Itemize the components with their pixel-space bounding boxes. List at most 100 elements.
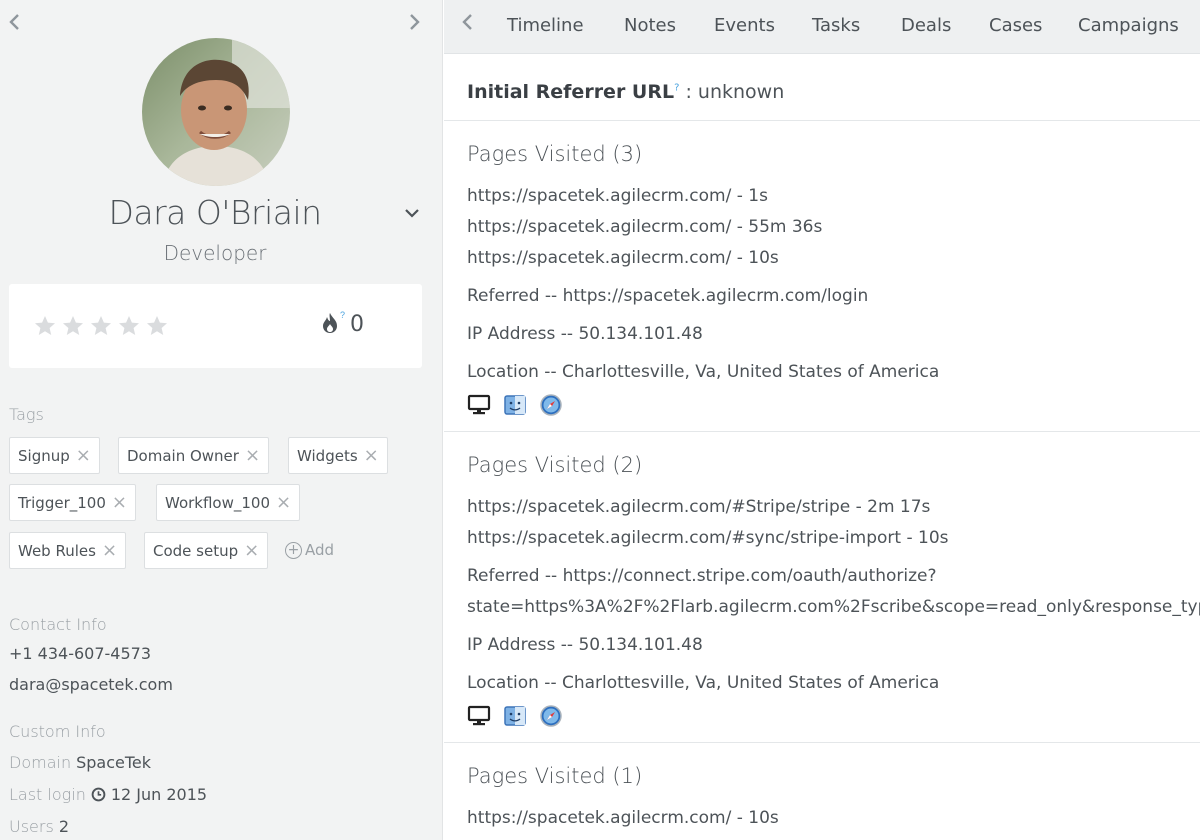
last-login-value: 12 Jun 2015 [110,785,208,804]
session-title: Pages Visited (1) [467,764,643,788]
tabs-scroll-left-button[interactable] [461,12,475,38]
divider [444,120,1200,121]
session-title: Pages Visited (2) [467,453,643,477]
session-block: Pages Visited (3) https://spacetek.agile… [467,142,1200,417]
tag-label: Code setup [153,541,239,560]
activity-panel: Timeline Notes Events Tasks Deals Cases … [444,0,1200,840]
safari-icon [540,705,562,727]
referrer-help-icon[interactable]: ? [674,83,679,94]
domain-label: Domain [9,753,72,772]
users-value: 2 [58,817,69,836]
safari-icon [540,394,562,416]
tab-campaigns[interactable]: Campaigns [1078,15,1179,36]
visited-page[interactable]: https://spacetek.agilecrm.com/#sync/stri… [467,526,1200,557]
visited-page[interactable]: https://spacetek.agilecrm.com/ - 55m 36s [467,215,1200,246]
plus-circle-icon: + [285,541,302,559]
tab-cases[interactable]: Cases [989,15,1042,36]
contact-sidebar: Dara O'Briain Developer ? 0 Tags Signup ×… [0,0,443,840]
mac-os-icon [504,395,526,415]
domain-value: SpaceTek [76,753,152,772]
lead-score-value: 0 [350,312,365,337]
tab-bar: Timeline Notes Events Tasks Deals Cases … [444,0,1200,54]
initial-referrer: Initial Referrer URL? : unknown [467,81,784,103]
lead-score-help-icon[interactable]: ? [340,310,345,320]
avatar[interactable] [142,38,290,186]
lead-score: ? 0 [321,310,365,337]
remove-tag-icon[interactable]: × [112,494,127,512]
chevron-right-icon [410,14,420,30]
star-icon[interactable] [61,314,85,338]
tag-label: Web Rules [18,541,96,560]
contact-job-title: Developer [163,241,267,265]
chevron-left-icon [9,14,19,30]
tag-chip: Widgets × [288,437,388,474]
remove-tag-icon[interactable]: × [102,542,117,560]
device-info [467,393,1200,417]
tab-tasks[interactable]: Tasks [812,15,860,36]
session-block: Pages Visited (2) https://spacetek.agile… [467,453,1200,728]
desktop-icon [467,394,491,415]
session-block: Pages Visited (1) https://spacetek.agile… [467,764,1200,837]
star-icon[interactable] [89,314,113,338]
tag-chip: Workflow_100 × [156,484,301,521]
tag-label: Workflow_100 [165,493,271,512]
star-icon[interactable] [145,314,169,338]
tab-timeline[interactable]: Timeline [507,15,584,36]
ip-address: IP Address -- 50.134.101.48 [467,324,703,344]
custom-info-heading: Custom Info [9,722,106,741]
location: Location -- Charlottesville, Va, United … [467,673,940,693]
star-icon[interactable] [117,314,141,338]
clock-icon [91,787,106,802]
star-icon[interactable] [33,314,57,338]
referred-url: Referred -- https://spacetek.agilecrm.co… [467,286,869,306]
next-contact-button[interactable] [407,12,421,37]
tag-chip: Signup × [9,437,100,474]
email-address[interactable]: dara@spacetek.com [9,675,173,694]
remove-tag-icon[interactable]: × [244,542,259,560]
initial-referrer-label: Initial Referrer URL [467,81,675,103]
tab-events[interactable]: Events [714,15,775,36]
visited-page[interactable]: https://spacetek.agilecrm.com/ - 10s [467,806,1200,837]
visited-page[interactable]: https://spacetek.agilecrm.com/#Stripe/st… [467,495,1200,526]
divider [444,742,1200,743]
users-field: Users 2 [9,817,69,836]
remove-tag-icon[interactable]: × [276,494,291,512]
tab-notes[interactable]: Notes [624,15,676,36]
remove-tag-icon[interactable]: × [364,447,379,465]
remove-tag-icon[interactable]: × [245,447,260,465]
initial-referrer-value: : unknown [685,81,785,103]
users-label: Users [9,817,54,836]
phone-number[interactable]: +1 434-607-4573 [9,644,151,663]
referred-url-continued: state=https%3A%2F%2Flarb.agilecrm.com%2F… [467,597,1200,617]
tab-deals[interactable]: Deals [901,15,951,36]
contact-name: Dara O'Briain [108,193,322,232]
add-tag-button[interactable]: + Add [285,541,334,559]
score-card: ? 0 [9,284,422,368]
referred-url: Referred -- https://connect.stripe.com/o… [467,566,937,586]
tag-chip: Web Rules × [9,532,127,569]
tag-chip: Code setup × [144,532,269,569]
tag-label: Widgets [297,446,358,465]
domain-field: Domain SpaceTek [9,753,151,772]
tag-chip: Domain Owner × [118,437,270,474]
chevron-down-icon [405,209,419,218]
device-info [467,704,1200,728]
desktop-icon [467,705,491,726]
contact-actions-dropdown[interactable] [402,203,422,223]
visited-page[interactable]: https://spacetek.agilecrm.com/ - 10s [467,246,1200,277]
chevron-left-icon [462,14,472,30]
divider [444,431,1200,432]
ip-address: IP Address -- 50.134.101.48 [467,635,703,655]
location: Location -- Charlottesville, Va, United … [467,362,940,382]
contact-info-heading: Contact Info [9,615,107,634]
star-rating[interactable] [33,314,169,338]
previous-contact-button[interactable] [8,12,22,37]
visited-page[interactable]: https://spacetek.agilecrm.com/ - 1s [467,184,1200,215]
avatar-photo [142,38,290,186]
last-login-field: Last login 12 Jun 2015 [9,785,207,804]
mac-os-icon [504,706,526,726]
remove-tag-icon[interactable]: × [76,447,91,465]
add-tag-label: Add [305,541,335,559]
flame-icon [323,313,337,333]
tag-label: Signup [18,446,70,465]
